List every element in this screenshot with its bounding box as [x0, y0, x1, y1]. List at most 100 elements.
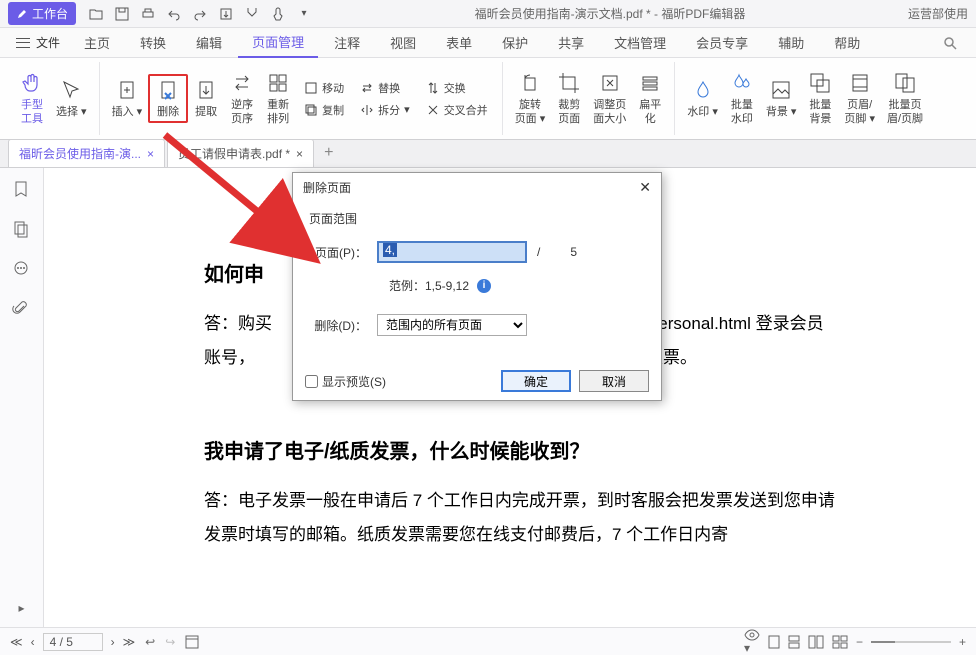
- batch-header-footer-button[interactable]: 批量页 眉/页脚: [881, 69, 929, 127]
- header-footer-button[interactable]: 页眉/ 页脚 ▾: [838, 69, 881, 127]
- doc-tab-2[interactable]: 员工请假申请表.pdf *×: [167, 139, 314, 167]
- menu-form[interactable]: 表单: [432, 28, 486, 57]
- export-icon[interactable]: [218, 6, 234, 22]
- continuous-icon[interactable]: [788, 635, 800, 649]
- menu-doc-manage[interactable]: 文档管理: [600, 28, 680, 57]
- touch-icon[interactable]: [270, 6, 286, 22]
- menu-protect[interactable]: 保护: [488, 28, 542, 57]
- example-row: 范例：1,5-9,12 i: [309, 277, 645, 294]
- menu-home[interactable]: 主页: [70, 28, 124, 57]
- select-button[interactable]: 选择 ▾: [50, 76, 93, 121]
- layout-icon[interactable]: [185, 635, 199, 649]
- first-page-button[interactable]: ≪: [10, 635, 23, 649]
- flatten-button[interactable]: 扁平 化: [632, 69, 668, 127]
- hand-icon: [20, 71, 44, 95]
- info-icon[interactable]: i: [477, 279, 491, 293]
- rearrange-button[interactable]: 重新 排列: [260, 69, 296, 127]
- redo-icon[interactable]: [192, 6, 208, 22]
- merge-icon: [426, 103, 440, 117]
- menubar: 文件 主页 转换 编辑 页面管理 注释 视图 表单 保护 共享 文档管理 会员专…: [0, 28, 976, 58]
- menu-member[interactable]: 会员专享: [682, 28, 762, 57]
- eye-icon[interactable]: ▾: [744, 629, 760, 655]
- menu-share[interactable]: 共享: [544, 28, 598, 57]
- crop-button[interactable]: 裁剪 页面: [551, 69, 587, 127]
- show-preview-label: 显示预览(S): [322, 373, 386, 390]
- open-icon[interactable]: [88, 6, 104, 22]
- split-button[interactable]: 拆分 ▾: [356, 100, 414, 120]
- delete-button[interactable]: 删除: [148, 74, 188, 123]
- workspace-button[interactable]: 工作台: [8, 2, 76, 25]
- batch-watermark-label: 批量 水印: [731, 99, 753, 125]
- menu-view[interactable]: 视图: [376, 28, 430, 57]
- watermark-button[interactable]: 水印 ▾: [681, 76, 724, 121]
- split-icon: [360, 103, 374, 117]
- close-icon[interactable]: ×: [296, 147, 303, 161]
- reverse-button[interactable]: 逆序 页序: [224, 69, 260, 127]
- pages-icon[interactable]: [12, 220, 32, 240]
- rotate-button[interactable]: 旋转 页面 ▾: [509, 69, 552, 127]
- comment-icon[interactable]: [12, 260, 32, 280]
- menu-edit[interactable]: 编辑: [182, 28, 236, 57]
- menu-comment[interactable]: 注释: [320, 28, 374, 57]
- expand-sidebar-icon[interactable]: ▸: [18, 601, 24, 615]
- menu-assist[interactable]: 辅助: [764, 28, 818, 57]
- rearrange-label: 重新 排列: [267, 99, 289, 125]
- facing-continuous-icon[interactable]: [832, 635, 848, 649]
- save-icon[interactable]: [114, 6, 130, 22]
- background-icon: [769, 78, 793, 102]
- insert-label: 插入 ▾: [112, 106, 143, 119]
- single-page-icon[interactable]: [768, 635, 780, 649]
- resize-button[interactable]: 调整页 面大小: [587, 69, 632, 127]
- insert-button[interactable]: 插入 ▾: [106, 76, 149, 121]
- copy-button[interactable]: 复制: [300, 100, 348, 120]
- batch-background-button[interactable]: 批量 背景: [802, 69, 838, 127]
- extract-button[interactable]: 提取: [188, 76, 224, 121]
- show-preview-checkbox-row[interactable]: 显示预览(S): [305, 373, 386, 390]
- batch-watermark-icon: [730, 71, 754, 95]
- ok-button[interactable]: 确定: [501, 370, 571, 392]
- document-title: 福昕会员使用指南-演示文档.pdf * - 福昕PDF编辑器: [312, 5, 908, 22]
- batch-header-footer-icon: [893, 71, 917, 95]
- menu-help[interactable]: 帮助: [820, 28, 874, 57]
- batch-watermark-button[interactable]: 批量 水印: [724, 69, 760, 127]
- next-page-button[interactable]: ›: [111, 635, 115, 649]
- copy-icon: [304, 103, 318, 117]
- nav-back-icon[interactable]: ↩: [145, 635, 155, 649]
- prev-page-button[interactable]: ‹: [31, 635, 35, 649]
- page-range-input[interactable]: 4,: [377, 241, 527, 263]
- zoom-slider[interactable]: [871, 641, 951, 643]
- tool-icon[interactable]: [244, 6, 260, 22]
- last-page-button[interactable]: ≫: [123, 635, 136, 649]
- background-button[interactable]: 背景 ▾: [760, 76, 803, 121]
- swap-button[interactable]: 交换: [422, 78, 492, 98]
- merge-button[interactable]: 交叉合并: [422, 100, 492, 120]
- move-button[interactable]: 移动: [300, 78, 348, 98]
- attachment-icon[interactable]: [12, 300, 32, 320]
- replace-button[interactable]: 替换: [356, 78, 414, 98]
- cancel-button[interactable]: 取消: [579, 370, 649, 392]
- facing-icon[interactable]: [808, 635, 824, 649]
- add-tab-button[interactable]: +: [316, 139, 341, 167]
- bookmark-icon[interactable]: [12, 180, 32, 200]
- statusbar: ≪ ‹ 4 / 5 › ≫ ↩ ↪ ▾ − +: [0, 627, 976, 655]
- dialog-close-button[interactable]: ✕: [639, 179, 651, 196]
- close-icon[interactable]: ×: [147, 147, 154, 161]
- file-menu[interactable]: 文件: [8, 34, 68, 51]
- zoom-out-icon[interactable]: −: [856, 635, 863, 649]
- watermark-icon: [691, 78, 715, 102]
- dropdown-icon[interactable]: ▾: [296, 6, 312, 22]
- menu-page-manage[interactable]: 页面管理: [238, 27, 318, 58]
- titlebar: 工作台 ▾ 福昕会员使用指南-演示文档.pdf * - 福昕PDF编辑器 运营部…: [0, 0, 976, 28]
- doc-tab-1[interactable]: 福昕会员使用指南-演...×: [8, 139, 165, 167]
- hand-tool-button[interactable]: 手型 工具: [14, 69, 50, 127]
- print-icon[interactable]: [140, 6, 156, 22]
- menu-convert[interactable]: 转换: [126, 28, 180, 57]
- delete-scope-select[interactable]: 范围内的所有页面: [377, 314, 527, 336]
- zoom-in-icon[interactable]: +: [959, 635, 966, 649]
- undo-icon[interactable]: [166, 6, 182, 22]
- show-preview-checkbox[interactable]: [305, 375, 318, 388]
- nav-forward-icon[interactable]: ↪: [165, 635, 175, 649]
- example-text: 范例：1,5-9,12: [389, 277, 469, 294]
- page-indicator[interactable]: 4 / 5: [43, 633, 103, 651]
- menu-search-icon[interactable]: [932, 35, 968, 51]
